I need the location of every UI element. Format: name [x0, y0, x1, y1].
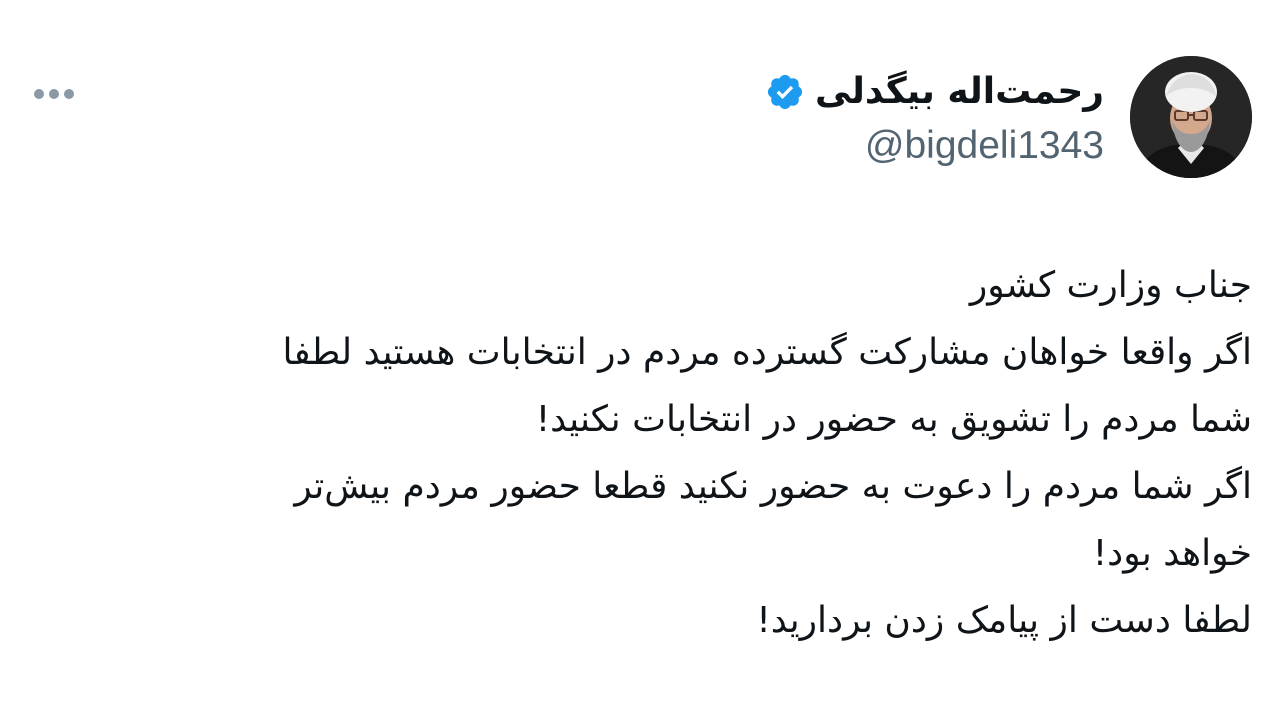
- avatar[interactable]: [1130, 56, 1252, 178]
- tweet-text-line: خواهد بود!: [1092, 533, 1252, 574]
- tweet-card: رحمت‌اله بیگدلی @bigdeli1343 جناب وزارت …: [0, 0, 1280, 717]
- tweet-text-line: شما مردم را تشویق به حضور در انتخابات نک…: [535, 399, 1252, 440]
- more-options-button[interactable]: [28, 80, 80, 108]
- tweet-text-line: اگر واقعا خواهان مشارکت گسترده مردم در ا…: [282, 332, 1252, 373]
- tweet-text: جناب وزارت کشور اگر واقعا خواهان مشارکت …: [72, 252, 1252, 654]
- tweet-text-line: لطفا دست از پیامک زدن بردارید!: [756, 600, 1252, 641]
- more-dot-icon: [34, 89, 44, 99]
- avatar-portrait-icon: [1130, 56, 1252, 178]
- more-dot-icon: [49, 89, 59, 99]
- author-name-row: رحمت‌اله بیگدلی: [765, 64, 1104, 120]
- verified-badge-icon[interactable]: [765, 72, 805, 112]
- author-handle[interactable]: @bigdeli1343: [765, 124, 1104, 168]
- author-display-name[interactable]: رحمت‌اله بیگدلی: [815, 64, 1104, 120]
- tweet-text-line: اگر شما مردم را دعوت به حضور نکنید قطعا …: [294, 466, 1252, 507]
- more-dot-icon: [64, 89, 74, 99]
- tweet-text-line: جناب وزارت کشور: [969, 265, 1252, 306]
- author-identity: رحمت‌اله بیگدلی @bigdeli1343: [765, 64, 1104, 168]
